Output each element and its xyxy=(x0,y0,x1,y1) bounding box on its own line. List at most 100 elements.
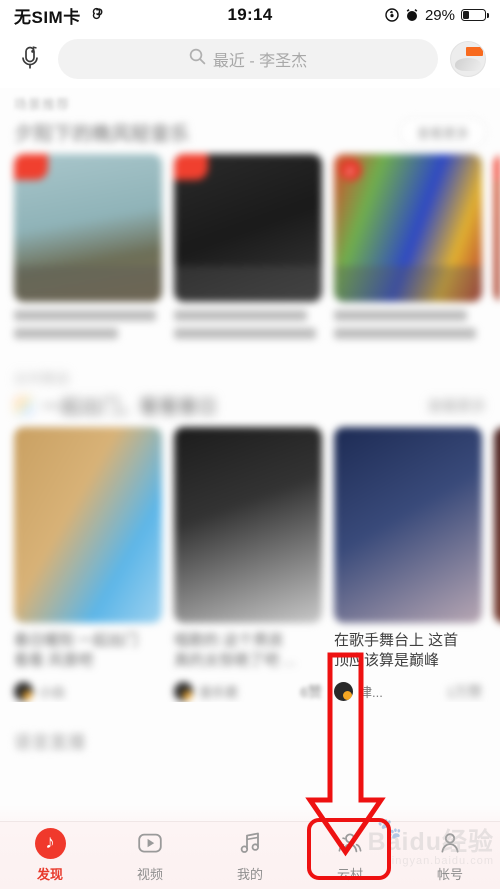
video-footer: 律... 1万赞 xyxy=(334,682,482,702)
netease-logo-badge: ♬ xyxy=(340,159,362,181)
tab-video[interactable]: 视频 xyxy=(100,828,200,883)
search-input[interactable]: 最近 - 李圣杰 xyxy=(58,39,438,79)
avatar[interactable] xyxy=(450,41,486,77)
clock-label: 19:14 xyxy=(227,5,273,24)
video-title-line2-text: 顶应该算是巅峰 xyxy=(334,652,440,670)
alarm-icon xyxy=(405,8,419,22)
video-author: 小白 xyxy=(39,684,66,700)
video-meta: 唱歌的 这个男孩 真的太惊艳了吧 ... 音乐君 6赞 xyxy=(174,623,322,702)
caption-line xyxy=(14,328,118,339)
video-card[interactable]: 春日暖阳 一起出门 看看 风景吧 小白 xyxy=(14,427,162,702)
video-title-line2: 真的太惊艳了吧 ... xyxy=(174,652,296,670)
scene-kicker-label: 场景推荐 xyxy=(14,97,71,112)
link-icon xyxy=(88,7,105,24)
netease-cloud-music-logo: ♪ xyxy=(34,827,66,859)
video-thumbnail[interactable] xyxy=(334,427,482,623)
video-footer: 音乐君 6赞 xyxy=(174,682,322,702)
playlist-caption xyxy=(174,302,322,339)
music-note-icon xyxy=(236,828,264,858)
video-title: 一起出门，看看春日 xyxy=(42,392,218,419)
playlist-card[interactable]: ♬ xyxy=(334,154,482,346)
bottom-tab-bar: ♪ 发现 视频 我的 云村 帐号 xyxy=(0,821,500,889)
caption-line xyxy=(14,310,157,321)
video-title-line2: 顶应该算是巅峰 xyxy=(334,651,482,671)
video-thumbnail[interactable] xyxy=(14,427,162,623)
video-card-row[interactable]: 春日暖阳 一起出门 看看 风景吧 小白 唱歌的 这个男孩 真的太惊艳了吧 ... xyxy=(0,419,500,702)
carrier-label: 无SIM卡 xyxy=(14,7,81,27)
main-content: 场景推荐 夕阳下的晚风轻音乐 查看更多 ♬ 云村精选 一起出门，看看春日 查看更… xyxy=(0,88,500,753)
rainbow-square-icon xyxy=(14,395,34,416)
playlist-card[interactable] xyxy=(14,154,162,346)
playlist-thumbnail[interactable] xyxy=(174,154,322,302)
author-avatar[interactable] xyxy=(14,681,33,701)
search-header: 最近 - 李圣杰 xyxy=(0,30,500,88)
thumbnail-caption-strip xyxy=(174,266,322,302)
caption-line xyxy=(334,310,468,321)
video-view-more-button[interactable]: 查看更多 xyxy=(428,396,486,416)
caption-line xyxy=(334,328,477,339)
video-title-line1: 在歌手舞台上 这首 xyxy=(334,631,482,651)
section-cloud-village: 云村精选 一起出门，看看春日 查看更多 xyxy=(0,346,500,419)
playlist-card[interactable] xyxy=(174,154,322,346)
tab-account[interactable]: 帐号 xyxy=(400,828,500,883)
thumbnail-caption-strip xyxy=(14,266,162,302)
video-title-line1: 唱歌的 这个男孩 xyxy=(174,632,284,649)
video-like-count[interactable]: 1万赞 xyxy=(446,682,482,702)
playlist-caption xyxy=(14,302,162,339)
tab-cloud-village[interactable]: 云村 xyxy=(300,828,400,883)
video-title-blurred: 看看春日 xyxy=(139,397,218,418)
video-author: 律... xyxy=(359,685,383,700)
video-header-row: 一起出门，看看春日 查看更多 xyxy=(14,392,486,419)
playlist-thumbnail[interactable] xyxy=(14,154,162,302)
video-card[interactable] xyxy=(494,427,500,702)
playlist-thumbnail[interactable]: ♬ xyxy=(334,154,482,302)
playlist-caption xyxy=(334,302,482,339)
person-icon xyxy=(436,828,464,858)
status-bar: 无SIM卡 19:14 29% xyxy=(0,0,500,30)
battery-percent-label: 29% xyxy=(424,6,455,24)
video-footer: 小白 xyxy=(14,681,162,701)
search-icon xyxy=(189,48,206,70)
people-group-icon xyxy=(335,828,365,858)
tab-discover[interactable]: ♪ 发现 xyxy=(0,827,100,883)
tab-account-label: 帐号 xyxy=(436,867,463,882)
scene-view-more-button[interactable]: 查看更多 xyxy=(399,118,486,146)
video-thumbnail[interactable] xyxy=(494,427,500,623)
section-scene-recommend: 场景推荐 夕阳下的晚风轻音乐 查看更多 xyxy=(0,88,500,146)
video-like-count[interactable]: 6赞 xyxy=(300,682,322,702)
tab-video-label: 视频 xyxy=(136,867,163,882)
scene-header-row: 夕阳下的晚风轻音乐 查看更多 xyxy=(14,118,486,146)
hot-badge xyxy=(174,154,208,180)
play-circle-icon xyxy=(136,828,164,858)
thumbnail-caption-strip xyxy=(334,266,482,302)
hot-badge xyxy=(494,154,500,180)
tab-mine[interactable]: 我的 xyxy=(200,828,300,883)
video-card[interactable]: 唱歌的 这个男孩 真的太惊艳了吧 ... 音乐君 6赞 xyxy=(174,427,322,702)
video-meta: 春日暖阳 一起出门 看看 风景吧 小白 xyxy=(14,623,162,701)
video-author: 音乐君 xyxy=(199,685,239,700)
status-bar-left: 无SIM卡 xyxy=(14,3,105,28)
status-bar-right: 29% xyxy=(385,6,489,24)
caption-line xyxy=(174,328,317,339)
tab-mine-label: 我的 xyxy=(236,867,263,882)
video-thumbnail[interactable] xyxy=(174,427,322,623)
tab-cloud-village-label: 云村 xyxy=(336,867,363,882)
scene-title: 夕阳下的晚风轻音乐 xyxy=(14,119,190,146)
section-voice-live: 语音直播 xyxy=(0,702,500,753)
battery-icon xyxy=(461,9,489,21)
author-avatar[interactable] xyxy=(334,682,353,701)
playlist-card[interactable] xyxy=(494,154,500,346)
hot-badge xyxy=(14,154,48,180)
video-meta: 在歌手舞台上 这首 顶应该算是巅峰 律... 1万赞 xyxy=(334,623,482,702)
scene-card-row[interactable]: ♬ xyxy=(0,146,500,346)
rotation-lock-icon xyxy=(385,8,399,22)
video-card[interactable]: 在歌手舞台上 这首 顶应该算是巅峰 律... 1万赞 xyxy=(334,427,482,702)
scene-title-visible: 夕阳下的 xyxy=(14,123,93,145)
search-placeholder-text: 最近 - 李圣杰 xyxy=(212,53,308,70)
author-avatar[interactable] xyxy=(174,682,193,701)
video-title-line1: 春日暖阳 一起出门 xyxy=(14,632,139,649)
playlist-thumbnail[interactable] xyxy=(494,154,500,302)
tab-discover-label: 发现 xyxy=(36,867,63,882)
microphone-music-icon[interactable] xyxy=(14,42,46,76)
video-kicker-label: 云村精选 xyxy=(14,371,71,386)
